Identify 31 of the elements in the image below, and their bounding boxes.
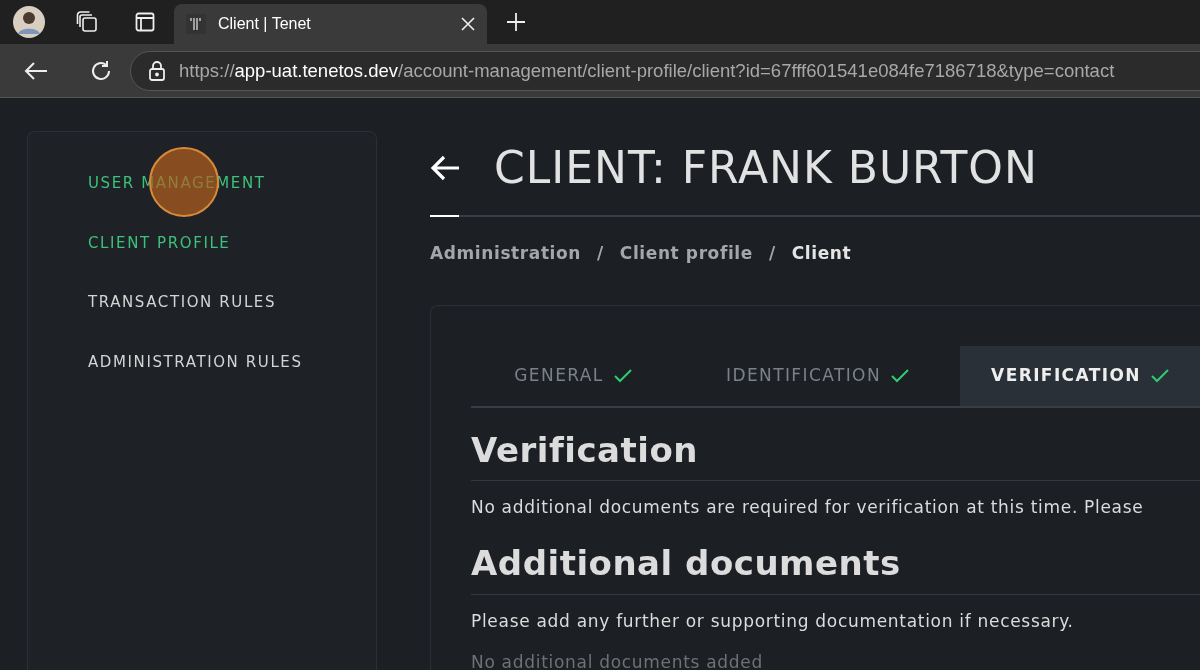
site-favicon-icon [186,14,206,34]
address-bar[interactable]: https://app-uat.tenetos.dev/account-management/client-profile/client?id=67fff601541e084fe7186718&type=contact [130,50,1200,91]
sidebar-item[interactable]: TRANSACTION RULES [88,291,376,314]
breadcrumb-separator: / [768,242,776,265]
breadcrumb-item[interactable]: Administration [430,241,582,267]
tab[interactable]: IDENTIFICATION [675,345,960,406]
empty-note: No additional documents added [471,651,764,670]
section-text: Please add any further or supporting documentation if necessary. [471,609,1075,633]
section-text: No additional documents are required for verification at this time. Please [471,496,1145,520]
breadcrumb-item: Client [791,242,852,265]
close-icon[interactable] [461,17,475,31]
tab[interactable]: VERIFICATION [960,345,1200,406]
lock-icon [149,60,165,81]
back-arrow-icon[interactable] [430,155,460,181]
collections-icon[interactable] [76,11,98,33]
breadcrumb-separator: / [597,242,604,265]
tab-title: Client | Tenet [218,14,312,34]
back-icon[interactable] [24,60,48,81]
url-text: https://app-uat.tenetos.dev/account-management/client-profile/client?id=67fff601541e084fe7186718&type=contact [179,58,1115,83]
browser-tab[interactable]: Client | Tenet [174,4,487,44]
section-heading: Additional documents [471,542,1200,595]
sidebar-item[interactable]: ADMINISTRATION RULES [88,350,376,373]
breadcrumb-item[interactable]: Client profile [619,241,753,267]
new-tab-icon[interactable] [506,12,526,32]
tab[interactable]: GENERAL [471,345,675,406]
profile-avatar-icon[interactable] [13,6,45,38]
page-title: CLIENT: FRANK BURTON [494,141,1038,195]
sidebar-toggle-icon[interactable] [135,12,155,32]
sidebar-item[interactable]: CLIENT PROFILE [88,231,376,254]
refresh-icon[interactable] [90,59,112,82]
section-heading: Verification [471,429,1200,482]
